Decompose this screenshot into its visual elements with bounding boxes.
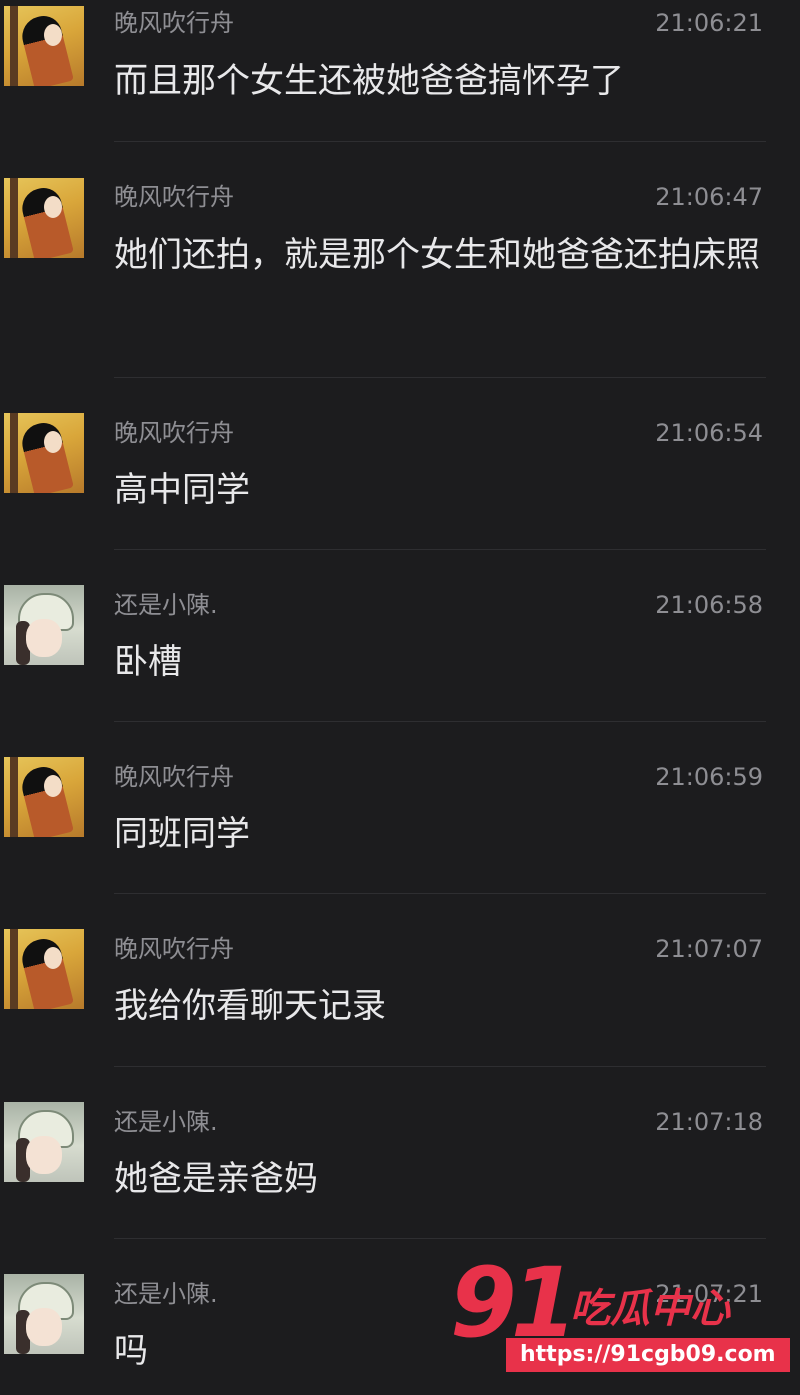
avatar[interactable]: [4, 413, 84, 493]
sender-name: 晚风吹行舟: [114, 763, 234, 791]
message-text: 高中同学: [114, 470, 250, 510]
message-text: 她爸是亲爸妈: [114, 1159, 318, 1199]
sender-name: 晚风吹行舟: [114, 935, 234, 963]
avatar[interactable]: [4, 585, 84, 665]
message-text: 卧槽: [114, 642, 182, 682]
watermark-url: https://91cgb09.com: [506, 1338, 790, 1372]
message-divider: [114, 1238, 766, 1239]
message-divider: [114, 549, 766, 550]
message-divider: [114, 141, 766, 142]
message-text: 而且那个女生还被她爸爸搞怀孕了: [114, 61, 624, 101]
avatar[interactable]: [4, 6, 84, 86]
sender-name: 还是小陳.: [114, 1108, 218, 1136]
message-time: 21:07:07: [655, 935, 763, 963]
avatar[interactable]: [4, 757, 84, 837]
sender-name: 还是小陳.: [114, 1280, 218, 1308]
sender-name: 晚风吹行舟: [114, 183, 234, 211]
message-time: 21:06:54: [655, 419, 763, 447]
message-text: 我给你看聊天记录: [114, 986, 386, 1026]
message-divider: [114, 893, 766, 894]
message-time: 21:07:18: [655, 1108, 763, 1136]
site-watermark: 91 吃瓜中心 https://91cgb09.com: [450, 1248, 790, 1388]
message-divider: [114, 377, 766, 378]
avatar[interactable]: [4, 929, 84, 1009]
message-time: 21:06:59: [655, 763, 763, 791]
message-text: 她们还拍，就是那个女生和她爸爸还拍床照: [114, 235, 760, 275]
sender-name: 还是小陳.: [114, 591, 218, 619]
sender-name: 晚风吹行舟: [114, 419, 234, 447]
message-text: 同班同学: [114, 814, 250, 854]
message-divider: [114, 721, 766, 722]
message-time: 21:06:58: [655, 591, 763, 619]
message-divider: [114, 1066, 766, 1067]
watermark-brand: 吃瓜中心: [570, 1286, 730, 1332]
avatar[interactable]: [4, 178, 84, 258]
message-time: 21:06:47: [655, 183, 763, 211]
avatar[interactable]: [4, 1274, 84, 1354]
sender-name: 晚风吹行舟: [114, 9, 234, 37]
avatar[interactable]: [4, 1102, 84, 1182]
message-time: 21:06:21: [655, 9, 763, 37]
